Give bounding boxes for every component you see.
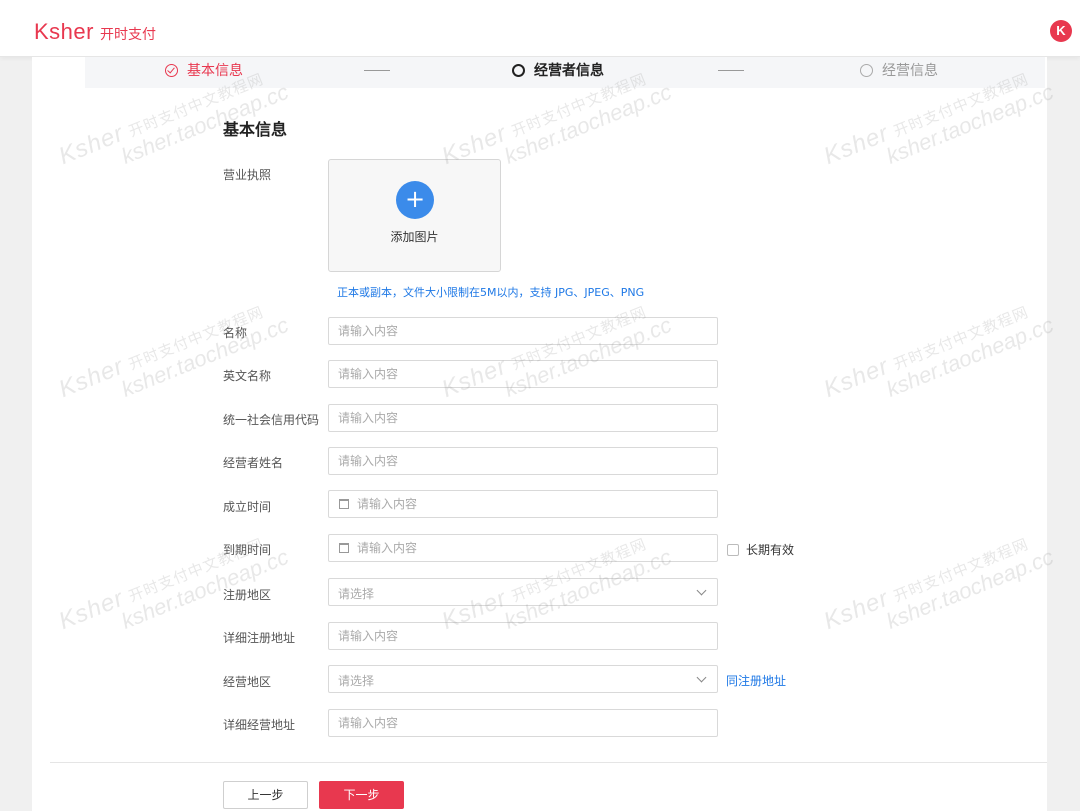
select-placeholder: 请选择	[338, 674, 375, 688]
credit-code-field[interactable]	[328, 404, 718, 432]
logo-chinese: 开时支付	[99, 27, 156, 43]
user-avatar-icon[interactable]: K	[1050, 20, 1072, 42]
name-field[interactable]	[328, 317, 718, 345]
reg-address-input[interactable]	[338, 623, 708, 649]
biz-address-field[interactable]	[328, 709, 718, 737]
credit-code-label: 统一社会信用代码	[223, 413, 320, 427]
english-name-field[interactable]	[328, 360, 718, 388]
reg-region-label: 注册地区	[223, 588, 272, 602]
biz-region-label: 经营地区	[223, 675, 272, 689]
step-operator-info: 经营者信息	[512, 62, 604, 79]
operator-name-input[interactable]	[338, 448, 708, 474]
calendar-icon	[339, 543, 349, 553]
pending-step-circle-icon	[860, 63, 873, 77]
plus-icon[interactable]: +	[396, 181, 434, 219]
select-placeholder: 请选择	[338, 587, 375, 601]
established-date-field[interactable]	[328, 490, 718, 518]
step-separator	[718, 70, 744, 71]
name-label: 名称	[223, 326, 248, 340]
english-name-label: 英文名称	[223, 369, 272, 383]
credit-code-input[interactable]	[338, 405, 708, 431]
checkbox-box[interactable]	[727, 543, 739, 556]
reg-address-field[interactable]	[328, 622, 718, 650]
biz-region-select[interactable]: 请选择	[328, 665, 718, 693]
section-title: 基本信息	[223, 120, 288, 139]
check-circle-icon	[165, 63, 178, 77]
calendar-icon	[339, 499, 349, 509]
step-label: 经营信息	[882, 63, 938, 79]
step-label: 基本信息	[187, 63, 243, 79]
license-upload-box[interactable]: + 添加图片	[328, 159, 501, 272]
biz-address-input[interactable]	[338, 710, 708, 736]
long-term-label: 长期有效	[746, 543, 795, 557]
ksher-logo[interactable]: Ksher 开时支付	[34, 19, 156, 45]
step-separator	[364, 70, 390, 71]
step-business-info: 经营信息	[860, 62, 938, 79]
top-bar: Ksher 开时支付 K	[0, 0, 1080, 57]
reg-region-select[interactable]: 请选择	[328, 578, 718, 606]
expiry-date-field[interactable]	[328, 534, 718, 562]
upload-hint: 正本或副本，文件大小限制在5M以内，支持 JPG、JPEG、PNG	[337, 286, 645, 299]
name-input[interactable]	[338, 318, 708, 344]
established-date-label: 成立时间	[223, 500, 272, 514]
long-term-checkbox[interactable]: 长期有效	[727, 541, 794, 558]
upload-text: 添加图片	[390, 230, 439, 244]
same-as-reg-address-link[interactable]: 同注册地址	[726, 672, 786, 689]
english-name-input[interactable]	[338, 361, 708, 387]
chevron-down-icon	[696, 585, 707, 596]
established-date-input[interactable]	[357, 491, 707, 517]
footer-divider	[50, 762, 1047, 763]
prev-step-button[interactable]: 上一步	[223, 781, 308, 809]
biz-address-label: 详细经营地址	[223, 718, 296, 732]
step-basic-info: 基本信息	[165, 62, 243, 79]
next-step-button[interactable]: 下一步	[319, 781, 404, 809]
license-label: 营业执照	[223, 168, 272, 182]
logo-wordmark: Ksher	[34, 19, 94, 44]
operator-name-field[interactable]	[328, 447, 718, 475]
current-step-circle-icon	[512, 63, 525, 77]
reg-address-label: 详细注册地址	[223, 631, 296, 645]
expiry-date-label: 到期时间	[223, 543, 272, 557]
step-label: 经营者信息	[534, 63, 604, 79]
form-panel	[32, 57, 1047, 811]
expiry-date-input[interactable]	[357, 535, 707, 561]
chevron-down-icon	[696, 672, 707, 683]
operator-name-label: 经营者姓名	[223, 456, 284, 470]
